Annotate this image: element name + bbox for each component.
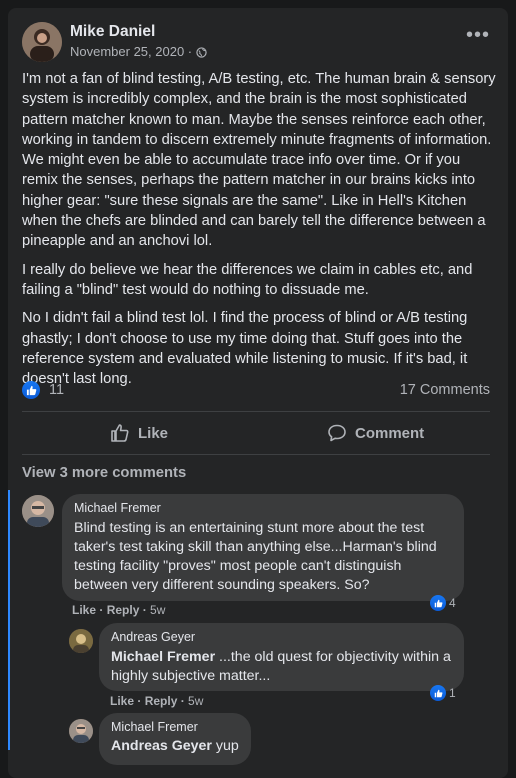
- comment-author[interactable]: Michael Fremer: [111, 720, 239, 735]
- author-name[interactable]: Mike Daniel: [70, 23, 155, 41]
- comment-reply-link[interactable]: Reply: [145, 694, 178, 708]
- view-more-comments[interactable]: View 3 more comments: [22, 465, 186, 481]
- reaction-summary[interactable]: 11: [22, 381, 64, 399]
- like-reaction-icon: [22, 381, 40, 399]
- like-reaction-icon: [430, 685, 446, 701]
- comments-count[interactable]: 17 Comments: [400, 382, 490, 398]
- comment-text: Andreas Geyer yup: [111, 737, 239, 756]
- comment-text: Blind testing is an entertaining stunt m…: [74, 520, 437, 593]
- divider: [22, 411, 490, 412]
- comment-body: yup: [211, 738, 239, 754]
- commenter-avatar[interactable]: [69, 719, 93, 743]
- comment-button-label: Comment: [355, 424, 425, 442]
- like-reaction-icon: [430, 595, 446, 611]
- comment-button[interactable]: Comment: [327, 423, 424, 443]
- comment-mention[interactable]: Andreas Geyer: [111, 738, 212, 754]
- post-paragraph: I really do believe we hear the differen…: [22, 261, 473, 298]
- post-card: Mike Daniel November 25, 2020 · ••• I'm …: [8, 8, 508, 778]
- comment-reaction-count: 1: [449, 686, 456, 700]
- post-paragraph: I'm not a fan of blind testing, A/B test…: [22, 71, 496, 250]
- comment-bubble: Andreas Geyer Michael Fremer ...the old …: [99, 623, 464, 691]
- post-date[interactable]: November 25, 2020 ·: [70, 44, 192, 59]
- comment-mention[interactable]: Michael Fremer: [111, 649, 215, 665]
- globe-icon: [196, 46, 207, 58]
- post-paragraph: No I didn't fail a blind test lol. I fin…: [22, 310, 468, 388]
- comment-like-link[interactable]: Like: [110, 694, 134, 708]
- like-button[interactable]: Like: [110, 423, 168, 443]
- comment-time[interactable]: 5w: [150, 603, 165, 617]
- more-icon[interactable]: •••: [466, 25, 490, 45]
- comment-actions: Like · Reply · 5w: [72, 603, 166, 617]
- comment-reaction-count: 4: [449, 596, 456, 610]
- reaction-count: 11: [49, 382, 65, 398]
- commenter-avatar[interactable]: [69, 629, 93, 653]
- comment-icon: [328, 424, 346, 442]
- comment-bubble: Michael Fremer Andreas Geyer yup: [99, 713, 251, 765]
- like-button-label: Like: [138, 424, 169, 442]
- comment-reactions[interactable]: 4: [430, 595, 456, 611]
- comment-text: Michael Fremer ...the old quest for obje…: [111, 648, 452, 686]
- comment-actions: Like · Reply · 5w: [110, 694, 204, 708]
- comment-author[interactable]: Michael Fremer: [74, 501, 452, 516]
- divider: [22, 454, 490, 455]
- comment-time[interactable]: 5w: [188, 694, 203, 708]
- thread-highlight: [8, 490, 10, 750]
- comment-bubble: Michael Fremer Blind testing is an enter…: [62, 494, 464, 601]
- thumbs-up-icon: [111, 424, 129, 442]
- post-body: I'm not a fan of blind testing, A/B test…: [22, 69, 496, 397]
- author-avatar[interactable]: [22, 22, 62, 62]
- comment-author[interactable]: Andreas Geyer: [111, 630, 452, 645]
- post-meta: November 25, 2020 ·: [70, 44, 207, 59]
- commenter-avatar[interactable]: [22, 495, 54, 527]
- comment-reply-link[interactable]: Reply: [107, 603, 140, 617]
- comment-reactions[interactable]: 1: [430, 685, 456, 701]
- comment-like-link[interactable]: Like: [72, 603, 96, 617]
